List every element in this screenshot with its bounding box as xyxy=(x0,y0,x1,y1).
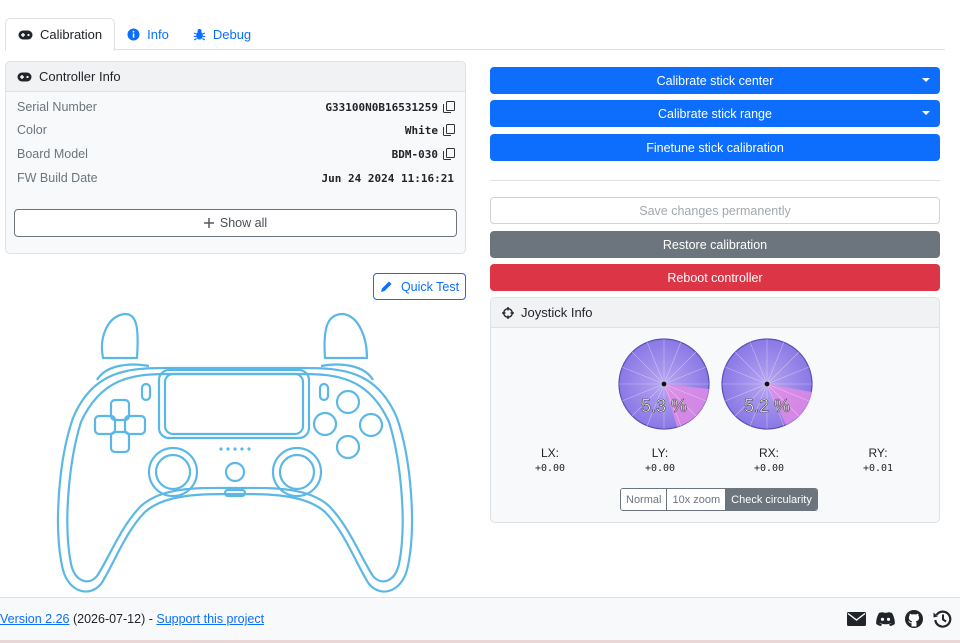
finetune-label: Finetune stick calibration xyxy=(646,140,784,155)
triangle-button xyxy=(335,389,361,415)
info-row-board-model: Board Model BDM-030 xyxy=(17,144,455,164)
serial-number-value: G33100N0B16531259 xyxy=(325,100,438,114)
reboot-controller-button[interactable]: Reboot controller xyxy=(490,264,940,291)
calibrate-stick-range-button[interactable]: Calibrate stick range xyxy=(490,100,940,127)
ry-value: +0.01 xyxy=(862,463,894,474)
copy-icon[interactable] xyxy=(443,101,455,113)
tab-debug-label: Debug xyxy=(212,26,252,42)
version-link[interactable]: Version 2.26 xyxy=(0,612,70,626)
finetune-stick-calibration-button[interactable]: Finetune stick calibration xyxy=(490,134,940,161)
calibrate-range-label: Calibrate stick range xyxy=(658,106,772,121)
envelope-icon[interactable] xyxy=(847,612,866,626)
ps-button xyxy=(224,461,246,483)
info-label: Serial Number xyxy=(17,100,97,114)
footer: Version 2.26 (2026-07-12) - Support this… xyxy=(0,597,960,643)
dpad-down xyxy=(109,430,131,454)
history-icon[interactable] xyxy=(933,610,952,628)
circle-button xyxy=(358,412,384,438)
fw-build-date-value: Jun 24 2024 11:16:21 xyxy=(321,171,454,185)
info-label: FW Build Date xyxy=(17,171,98,185)
right-stick-canvas: 5.2 % xyxy=(721,338,813,430)
footer-icons xyxy=(847,610,952,628)
lx-label: LX: xyxy=(540,446,559,460)
plus-icon xyxy=(203,218,214,228)
tab-calibration-label: Calibration xyxy=(40,27,103,42)
left-stick-canvas: 5.3 % xyxy=(618,338,710,430)
info-label: Color xyxy=(17,123,47,137)
cross-button xyxy=(335,434,361,460)
left-circularity-text: 5.3 % xyxy=(641,396,687,416)
crosshair-icon xyxy=(502,306,514,319)
tab-debug[interactable]: Debug xyxy=(181,18,263,50)
ry-label: RY: xyxy=(868,446,888,460)
controller-info-card: Controller Info Serial Number G33100N0B1… xyxy=(5,61,466,254)
footer-date: (2026-07-12) - xyxy=(69,612,157,626)
tab-calibration[interactable]: Calibration xyxy=(5,18,116,51)
bug-icon xyxy=(193,28,206,41)
copy-icon[interactable] xyxy=(443,124,455,136)
save-label: Save changes permanently xyxy=(639,203,791,218)
chevron-down-icon xyxy=(922,111,930,115)
github-icon[interactable] xyxy=(905,610,923,628)
calibrate-center-label: Calibrate stick center xyxy=(656,73,774,88)
info-row-color: Color White xyxy=(17,120,455,140)
quick-test-button[interactable]: Quick Test xyxy=(373,273,466,300)
mode-normal-button[interactable]: Normal xyxy=(621,489,668,510)
square-button xyxy=(312,411,338,437)
footer-text: Version 2.26 (2026-07-12) - Support this… xyxy=(0,612,264,626)
board-model-value: BDM-030 xyxy=(391,147,438,161)
reboot-label: Reboot controller xyxy=(667,270,763,285)
quick-test-label: Quick Test xyxy=(400,279,460,294)
rx-value: +0.00 xyxy=(753,463,785,474)
support-link[interactable]: Support this project xyxy=(156,612,264,626)
info-label: Board Model xyxy=(17,147,88,161)
tab-info-label: Info xyxy=(147,26,169,42)
divider xyxy=(490,180,940,181)
info-circle-icon xyxy=(127,28,140,40)
ly-label: LY: xyxy=(651,446,669,460)
controller-info-title: Controller Info xyxy=(39,69,121,84)
tab-bar: Calibration Info Debug xyxy=(5,18,945,51)
chevron-down-icon xyxy=(922,78,930,82)
copy-icon[interactable] xyxy=(443,148,455,160)
tab-info[interactable]: Info xyxy=(115,18,181,50)
show-all-button[interactable]: Show all xyxy=(14,209,457,237)
info-row-serial: Serial Number G33100N0B16531259 xyxy=(17,97,455,117)
gamepad-icon xyxy=(18,30,33,39)
lx-value: +0.00 xyxy=(534,463,566,474)
r2-trigger xyxy=(323,312,369,360)
joystick-info-title: Joystick Info xyxy=(521,305,593,320)
display-mode-group: Normal 10x zoom Check circularity xyxy=(620,488,818,511)
controller-illustration xyxy=(56,312,414,593)
l2-trigger xyxy=(100,312,139,360)
ly-value: +0.00 xyxy=(644,463,676,474)
pencil-icon xyxy=(380,281,392,292)
mode-circularity-button[interactable]: Check circularity xyxy=(726,489,817,510)
discord-icon[interactable] xyxy=(876,612,895,626)
calibrate-stick-center-button[interactable]: Calibrate stick center xyxy=(490,67,940,94)
rx-label: RX: xyxy=(758,446,779,460)
touchpad xyxy=(157,368,311,440)
save-changes-button[interactable]: Save changes permanently xyxy=(490,197,940,224)
color-value: White xyxy=(404,123,438,137)
info-row-fw-build-date: FW Build Date Jun 24 2024 11:16:21 xyxy=(17,168,454,188)
gamepad-icon xyxy=(17,72,32,81)
mode-zoom-button[interactable]: 10x zoom xyxy=(667,489,727,510)
restore-label: Restore calibration xyxy=(662,237,768,252)
show-all-label: Show all xyxy=(219,216,268,230)
right-circularity-text: 5.2 % xyxy=(744,396,790,416)
joystick-info-header: Joystick Info xyxy=(491,298,939,328)
restore-calibration-button[interactable]: Restore calibration xyxy=(490,231,940,258)
controller-info-header: Controller Info xyxy=(6,62,465,92)
